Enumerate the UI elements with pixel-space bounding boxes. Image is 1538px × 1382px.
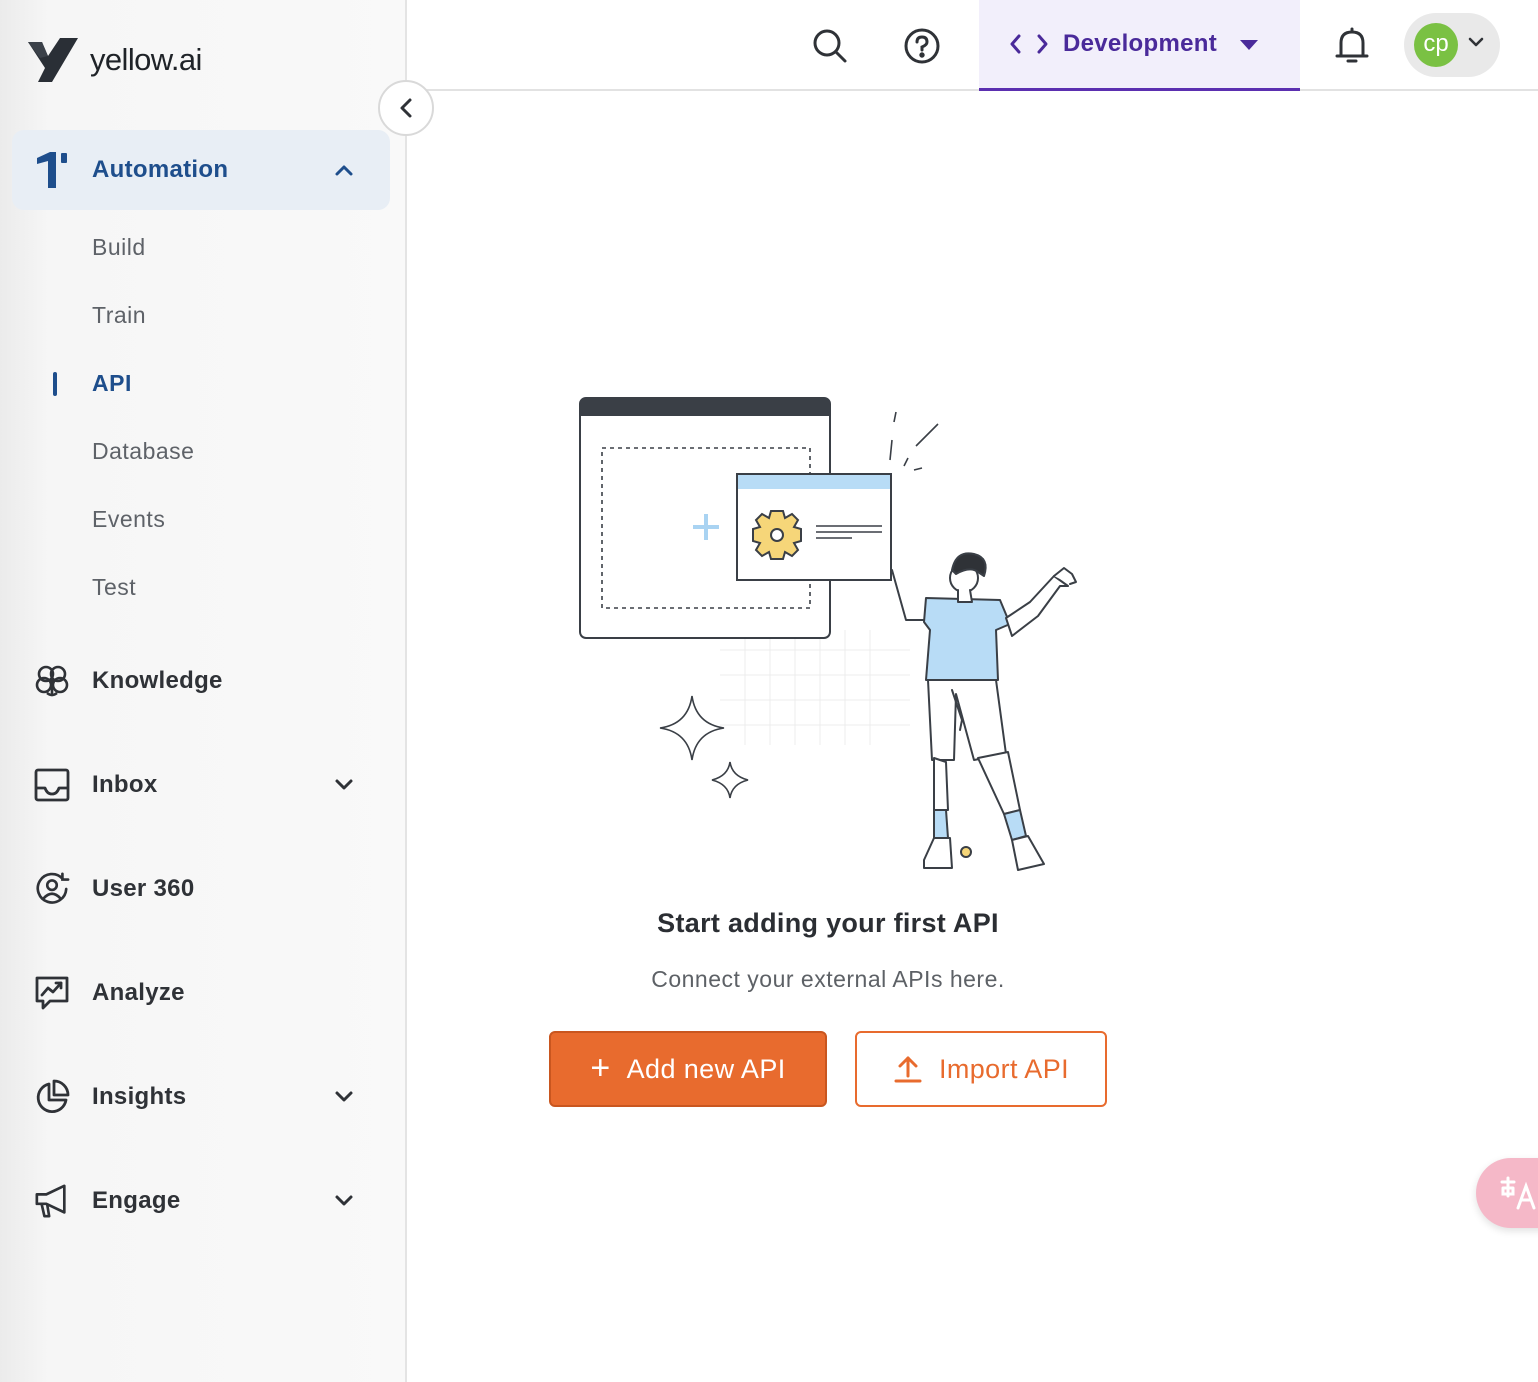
plus-icon: + [590,1048,611,1087]
nav-inbox-label: Inbox [92,771,158,798]
add-new-api-button[interactable]: + Add new API [549,1031,827,1107]
empty-state-illustration [579,397,1077,871]
yellow-ai-logo-icon [28,38,78,82]
chevron-down-icon[interactable] [332,773,356,797]
chevron-up-icon[interactable] [332,158,356,182]
code-icon [1009,31,1049,62]
sidebar-item-test[interactable]: Test [92,574,136,601]
caret-down-icon [1239,38,1259,56]
user-menu[interactable]: cp [1404,13,1500,77]
pie-chart-icon [34,1079,70,1115]
collapse-sidebar-button[interactable] [378,80,434,136]
environment-switcher[interactable]: Development [979,0,1300,91]
active-indicator [53,372,57,396]
environment-label: Development [1063,30,1218,57]
import-api-label: Import API [938,1053,1070,1084]
topbar: Development cp [408,0,1538,91]
nav-knowledge-label: Knowledge [92,667,223,694]
sidebar-item-events[interactable]: Events [92,506,165,533]
search-icon[interactable] [808,24,852,68]
nav-user-360-label: User 360 [92,875,195,902]
nav-knowledge[interactable]: Knowledge [0,641,407,721]
translate-icon [1500,1176,1536,1210]
nav-insights[interactable]: Insights [0,1057,407,1137]
empty-state-title: Start adding your first API [657,908,999,938]
chart-icon [34,975,70,1011]
nav-automation[interactable]: Automation [0,130,407,210]
sidebar-item-train[interactable]: Train [92,302,146,329]
empty-state-subtitle: Connect your external APIs here. [651,966,1005,992]
avatar: cp [1414,23,1458,67]
import-api-button[interactable]: Import API [855,1031,1107,1107]
help-icon[interactable] [900,24,944,68]
chevron-down-icon[interactable] [332,1189,356,1213]
chevron-down-icon[interactable] [332,1085,356,1109]
sidebar-item-api[interactable]: API [92,370,132,397]
nav-automation-label: Automation [92,156,229,183]
user-circle-icon [34,871,70,907]
megaphone-icon [34,1183,70,1219]
sidebar-item-database[interactable]: Database [92,438,194,465]
brand-name: yellow.ai [90,42,202,77]
nav-inbox[interactable]: Inbox [0,745,407,825]
upload-icon [894,1056,922,1083]
chevron-left-icon [400,98,412,118]
translate-widget-button[interactable] [1476,1158,1538,1228]
automation-icon [34,152,70,188]
inbox-icon [34,767,70,803]
nav-engage[interactable]: Engage [0,1161,407,1241]
sidebar: yellow.ai Automation Build Train API Dat… [0,0,407,1382]
nav-engage-label: Engage [92,1187,181,1214]
nav-analyze[interactable]: Analyze [0,953,407,1033]
bell-icon[interactable] [1330,24,1374,68]
nav-analyze-label: Analyze [92,979,185,1006]
nav-user-360[interactable]: User 360 [0,849,407,929]
brain-icon [34,663,70,699]
chevron-down-icon [1468,35,1484,53]
add-new-api-label: Add new API [626,1053,786,1084]
brand-logo[interactable]: yellow.ai [26,36,202,84]
nav-insights-label: Insights [92,1083,187,1110]
sidebar-item-build[interactable]: Build [92,234,146,261]
